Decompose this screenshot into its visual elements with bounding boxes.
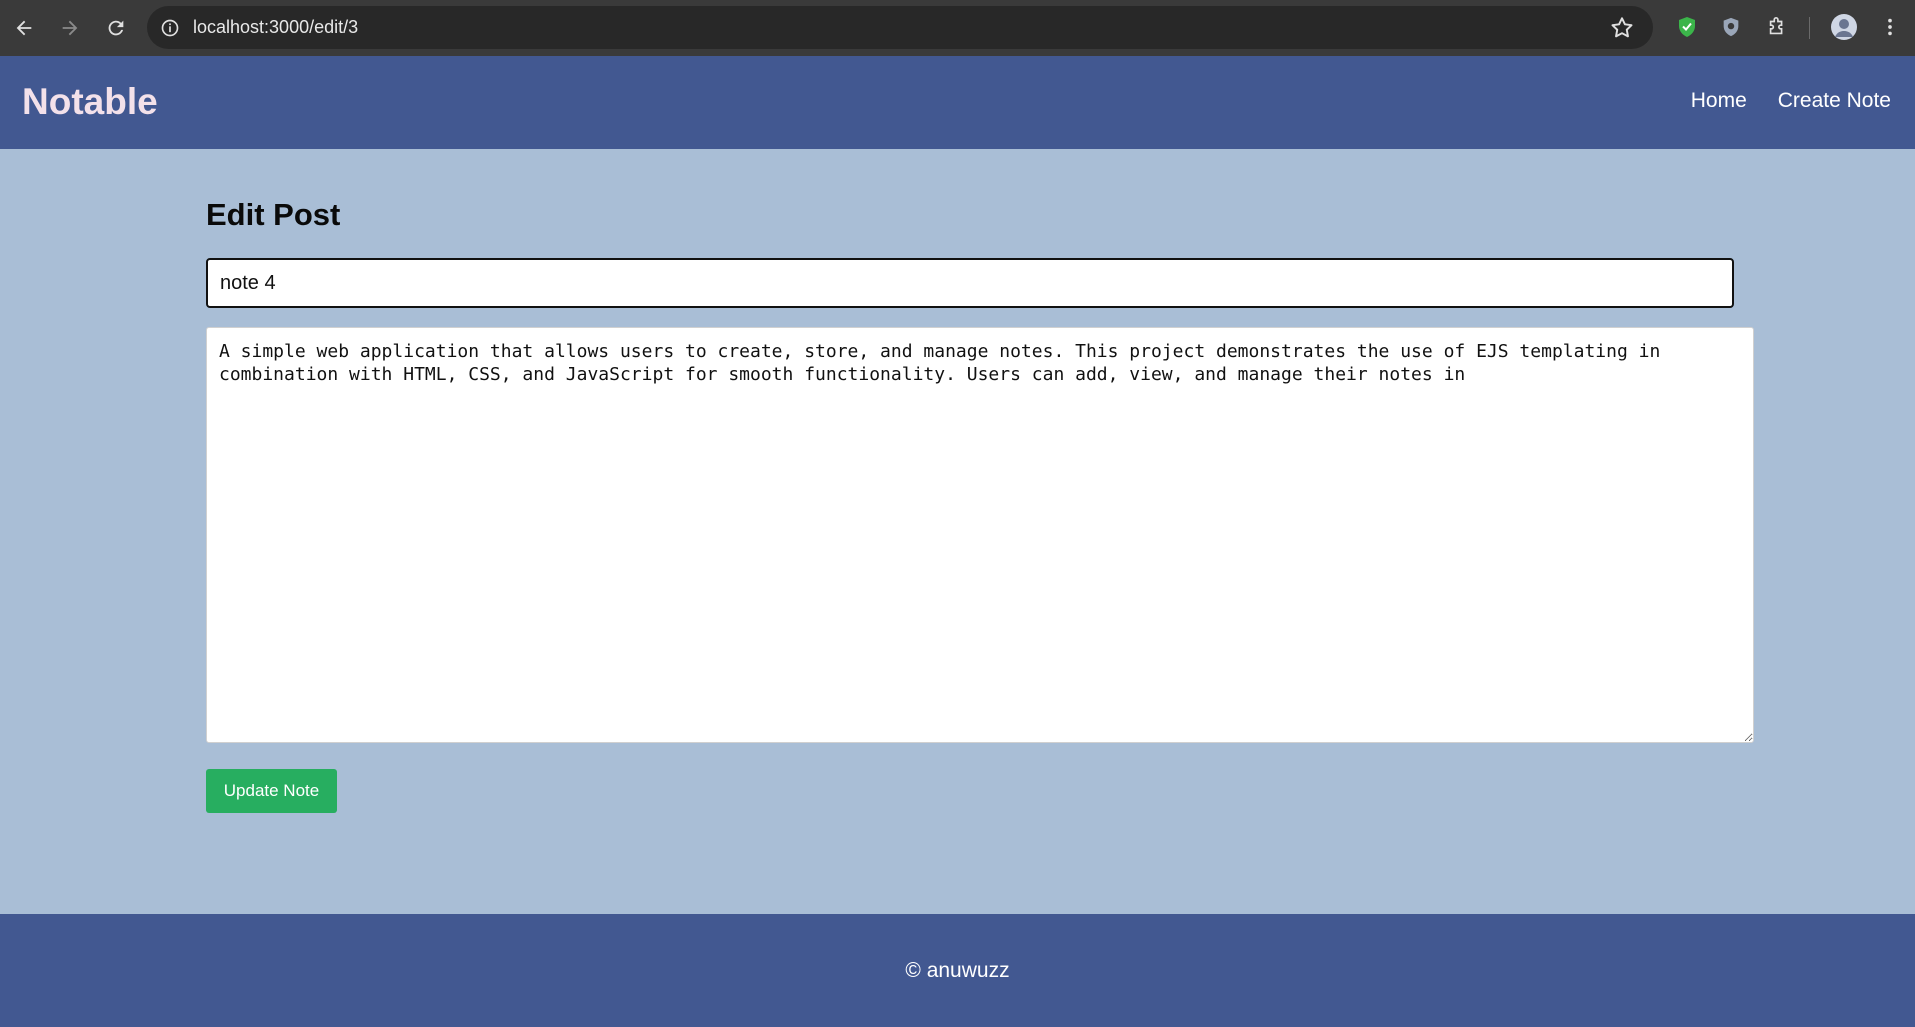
nav-create-note-link[interactable]: Create Note [1778, 89, 1891, 113]
note-title-input[interactable] [206, 258, 1734, 308]
note-content-textarea[interactable]: A simple web application that allows use… [206, 327, 1754, 743]
arrow-right-icon [62, 20, 78, 36]
update-note-button[interactable]: Update Note [206, 769, 337, 813]
footer-copyright: © anuwuzz [905, 959, 1010, 982]
toolbar-divider [1809, 17, 1810, 39]
shield-extension-icon[interactable] [1672, 12, 1702, 42]
site-logo[interactable]: Notable [22, 81, 158, 123]
page-title: Edit Post [206, 197, 341, 232]
reload-button[interactable] [94, 6, 138, 50]
extensions-puzzle-icon[interactable] [1762, 12, 1792, 42]
forward-button[interactable] [48, 6, 92, 50]
bookmark-star-icon[interactable] [1609, 15, 1635, 41]
site-info-icon[interactable] [157, 15, 183, 41]
browser-toolbar: localhost:3000/edit/3 [0, 0, 1915, 56]
nav-home-link[interactable]: Home [1691, 89, 1747, 113]
back-button[interactable] [2, 6, 46, 50]
menu-kebab-icon[interactable] [1875, 12, 1905, 42]
reload-icon [108, 20, 124, 36]
url-text: localhost:3000/edit/3 [193, 17, 359, 37]
site-header: Notable Home Create Note [0, 56, 1915, 149]
privacy-extension-icon[interactable] [1716, 12, 1746, 42]
site-footer: © anuwuzz [0, 914, 1915, 1027]
page: Notable Home Create Note Edit Post A sim… [0, 56, 1915, 1027]
arrow-left-icon [16, 20, 32, 36]
site-nav: Home Create Note [1691, 89, 1891, 113]
address-bar[interactable]: localhost:3000/edit/3 [147, 6, 1653, 49]
profile-avatar-icon[interactable] [1829, 12, 1859, 42]
